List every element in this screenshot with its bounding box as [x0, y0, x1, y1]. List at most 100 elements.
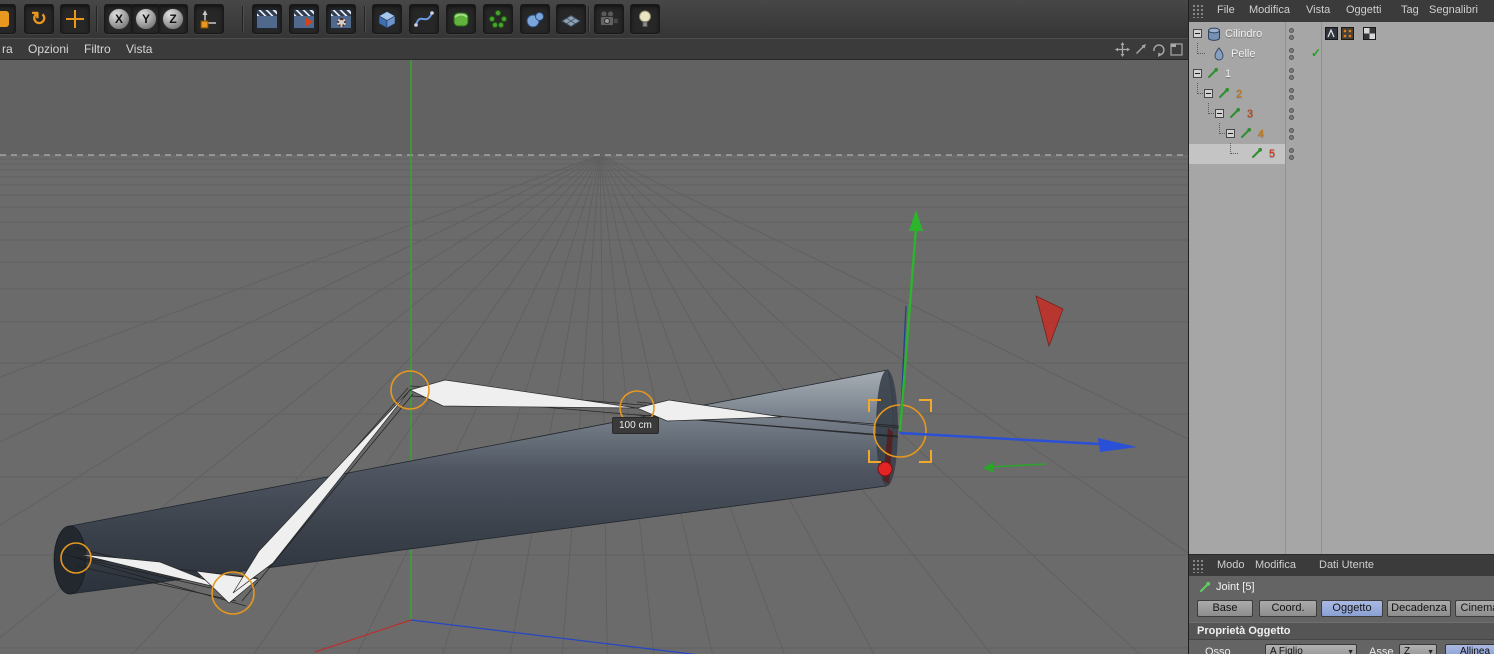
- om-menu-segnalibri[interactable]: Segnalibri: [1429, 4, 1478, 16]
- visibility-dot-editor[interactable]: [1289, 68, 1294, 73]
- object-label[interactable]: 2: [1236, 88, 1242, 100]
- visibility-dot-editor[interactable]: [1289, 48, 1294, 53]
- viewport-scene: [0, 60, 1494, 654]
- coordinate-system-icon[interactable]: [194, 4, 224, 34]
- vertex-map-tag-icon[interactable]: [1341, 27, 1354, 40]
- lock-x-button[interactable]: X: [104, 4, 134, 34]
- object-label[interactable]: 4: [1258, 128, 1264, 140]
- am-menu-modo[interactable]: Modo: [1217, 559, 1245, 571]
- tab-base[interactable]: Base: [1197, 600, 1253, 617]
- section-title: Proprietà Oggetto: [1197, 625, 1291, 637]
- skin-enabled-check[interactable]: ✓: [1311, 46, 1321, 60]
- om-menu-tag[interactable]: Tag: [1401, 4, 1419, 16]
- dolly-view-icon[interactable]: [1132, 41, 1149, 58]
- align-button[interactable]: Allinea: [1445, 644, 1494, 654]
- joint-object-icon: [1219, 87, 1230, 98]
- expander-icon[interactable]: [1204, 89, 1213, 98]
- add-primitive-cube-icon[interactable]: [372, 4, 402, 34]
- metaball-icon[interactable]: [520, 4, 550, 34]
- visibility-dot-editor[interactable]: [1289, 28, 1294, 33]
- tab-decadenza[interactable]: Decadenza: [1387, 600, 1451, 617]
- am-menu-modifica[interactable]: Modifica: [1255, 559, 1296, 571]
- weight-tag-icon[interactable]: [1325, 27, 1338, 40]
- pan-view-icon[interactable]: [1114, 41, 1131, 58]
- light-object-icon[interactable]: [630, 4, 660, 34]
- om-menu-modifica[interactable]: Modifica: [1249, 4, 1290, 16]
- texture-tag-icon[interactable]: [1363, 27, 1376, 40]
- partial-toolbar-icon[interactable]: [0, 4, 16, 34]
- visibility-dot-render[interactable]: [1289, 75, 1294, 80]
- lock-y-button[interactable]: Y: [131, 4, 161, 34]
- visibility-dot-render[interactable]: [1289, 115, 1294, 120]
- coord-axes-glyph: [200, 10, 216, 29]
- expander-icon[interactable]: [1193, 69, 1202, 78]
- object-label[interactable]: 5: [1269, 148, 1275, 160]
- tab-cinematica[interactable]: Cinemat: [1455, 600, 1494, 617]
- metaball-glyph: [526, 12, 544, 28]
- panel-drag-handle[interactable]: [1192, 4, 1205, 18]
- tab-oggetto[interactable]: Oggetto: [1321, 600, 1383, 617]
- menu-opzioni[interactable]: Opzioni: [28, 42, 69, 56]
- tree-item-joint-1[interactable]: 1: [1189, 64, 1494, 84]
- maximize-view-icon[interactable]: [1168, 41, 1185, 58]
- rotate-view-icon[interactable]: [1150, 41, 1167, 58]
- tree-item-pelle[interactable]: Pelle ✓: [1189, 43, 1494, 64]
- menu-vista[interactable]: Vista: [126, 42, 152, 56]
- menu-filtro[interactable]: Filtro: [84, 42, 111, 56]
- menu-camera-partial[interactable]: ra: [2, 42, 13, 56]
- cube-glyph: [378, 11, 396, 29]
- visibility-dot-render[interactable]: [1289, 95, 1294, 100]
- tree-item-cilindro[interactable]: Cilindro: [1189, 24, 1494, 44]
- bone-mode-dropdown[interactable]: A Figlio ▼: [1265, 644, 1357, 654]
- object-label[interactable]: Pelle: [1231, 48, 1255, 60]
- lock-z-button[interactable]: Z: [158, 4, 188, 34]
- visibility-dot-editor[interactable]: [1289, 128, 1294, 133]
- visibility-dot-render[interactable]: [1289, 55, 1294, 60]
- om-menu-file[interactable]: File: [1217, 4, 1235, 16]
- visibility-dot-render[interactable]: [1289, 135, 1294, 140]
- visibility-dot-render[interactable]: [1289, 35, 1294, 40]
- move-axes-icon[interactable]: [60, 4, 90, 34]
- undo-rotate-icon[interactable]: ↻: [24, 4, 54, 34]
- tab-coord[interactable]: Coord.: [1259, 600, 1317, 617]
- visibility-dot-render[interactable]: [1289, 155, 1294, 160]
- object-label[interactable]: 1: [1225, 68, 1231, 80]
- subdivision-surface-icon[interactable]: [446, 4, 476, 34]
- axis-field-label: Asse: [1369, 646, 1394, 654]
- tree-item-joint-3[interactable]: 3: [1189, 103, 1494, 124]
- main-toolbar: ↻ X Y Z: [0, 0, 1188, 38]
- rotate-glyph: ↻: [31, 8, 47, 30]
- measurement-label: 100 cm: [612, 417, 659, 434]
- expander-icon[interactable]: [1193, 29, 1202, 38]
- axis-value: Z: [1404, 646, 1411, 654]
- tree-item-joint-5[interactable]: 5: [1189, 143, 1494, 164]
- viewport-3d[interactable]: 100 cm: [0, 60, 1494, 654]
- array-clone-icon[interactable]: [483, 4, 513, 34]
- attribute-manager: Joint [5] Base Coord. Oggetto Decadenza …: [1189, 576, 1494, 654]
- render-picture-viewer-icon[interactable]: [289, 4, 319, 34]
- om-menu-vista[interactable]: Vista: [1306, 4, 1330, 16]
- cinema4d-window: ↻ X Y Z ra Opzioni Filtro Vista 100 cm F…: [0, 0, 1494, 654]
- om-menu-oggetti[interactable]: Oggetti: [1346, 4, 1381, 16]
- tree-item-joint-4[interactable]: 4: [1189, 123, 1494, 144]
- render-view-icon[interactable]: [252, 4, 282, 34]
- axis-dropdown[interactable]: Z ▼: [1399, 644, 1437, 654]
- bone-field-label: Osso: [1205, 646, 1231, 654]
- joint-object-icon: [1252, 147, 1263, 158]
- floor-object-icon[interactable]: [556, 4, 586, 34]
- visibility-dot-editor[interactable]: [1289, 108, 1294, 113]
- spline-pen-icon[interactable]: [409, 4, 439, 34]
- am-menu-dati-utente[interactable]: Dati Utente: [1319, 559, 1374, 571]
- camera-object-icon[interactable]: [594, 4, 624, 34]
- visibility-dot-editor[interactable]: [1289, 148, 1294, 153]
- panel-drag-handle[interactable]: [1192, 559, 1205, 573]
- expander-icon[interactable]: [1215, 109, 1224, 118]
- visibility-dot-editor[interactable]: [1289, 88, 1294, 93]
- object-label[interactable]: 3: [1247, 108, 1253, 120]
- expander-icon[interactable]: [1226, 129, 1235, 138]
- object-label[interactable]: Cilindro: [1225, 28, 1262, 40]
- tree-item-joint-2[interactable]: 2: [1189, 83, 1494, 104]
- object-manager: Cilindro Pelle ✓ 1 2 3 4 5: [1189, 22, 1494, 554]
- render-settings-icon[interactable]: [326, 4, 356, 34]
- z-axis-handle[interactable]: [877, 461, 893, 477]
